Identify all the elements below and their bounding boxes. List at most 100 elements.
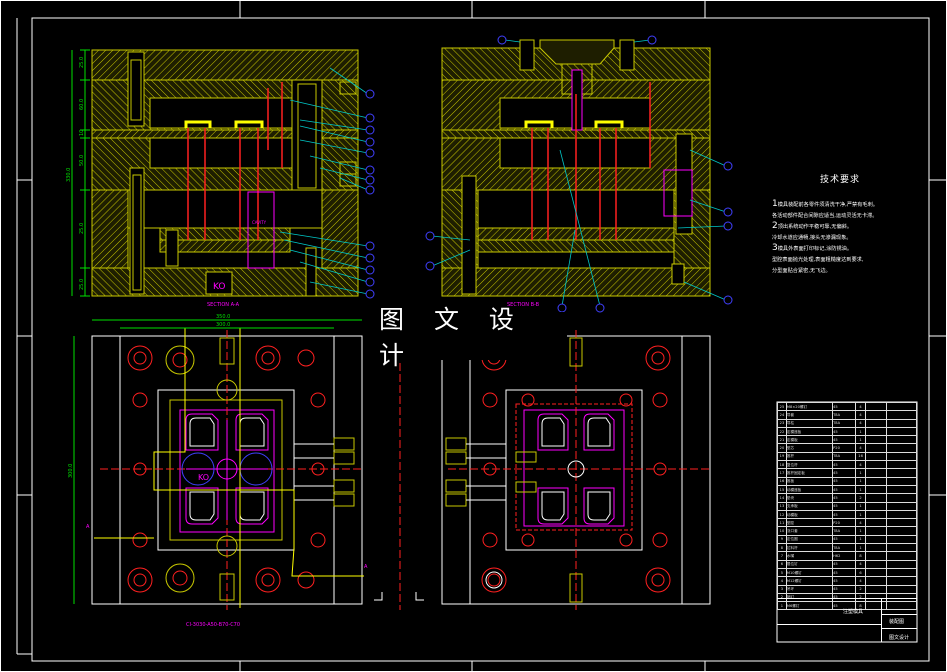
note-line: 1模具装配前各零件须清洗干净,严禁有毛刺。 (772, 199, 878, 209)
bom-cell (865, 526, 887, 536)
bom-cell: 1 (854, 476, 867, 486)
bom-cell: P20 (832, 518, 856, 528)
bom-cell (865, 443, 887, 453)
section-a-view: CAVITY KO 25.0 60.0 10 50.0 25.0 25.0 33… (66, 49, 375, 308)
section-a-label: SECTION A-A (207, 302, 240, 308)
bom-cell: 拉料杆 (785, 543, 834, 553)
bom-row: 19 推杆 T8A 16 (777, 451, 918, 462)
bom-cell (885, 426, 918, 437)
bom-cell: M10螺钉 (785, 567, 834, 578)
bom-cell: 23 (777, 418, 787, 428)
notes-title: 技术要求 (819, 175, 860, 185)
parts-table: 25 M8×20螺钉 45 4 24 导套 T8A 4 23 导柱 T8A 4 22 定模座板 45 1 21 定… (777, 401, 918, 611)
bom-cell (885, 526, 918, 536)
bom-cell: 13 (777, 501, 787, 511)
bom-cell: 45 (832, 584, 856, 594)
dim-plate-4: 50.0 (79, 155, 85, 166)
bom-cell: 18 (777, 460, 787, 470)
bom-cell: 4 (854, 401, 867, 412)
note-line: 型腔表面抛光处理,表面粗糙度达到要求, (772, 257, 864, 263)
bom-row: 10 浇口套 T8A 1 (777, 526, 918, 536)
cavity-marker-plan: KO (198, 473, 209, 482)
bom-cell (865, 543, 887, 553)
bom-row: 23 导柱 T8A 4 (777, 418, 918, 428)
title-drawing-no: 装配图 (889, 619, 905, 625)
dim-plate-3: 10 (79, 130, 85, 136)
bom-cell: 推杆固定板 (785, 468, 834, 478)
bom-row: 22 定模座板 45 1 (777, 426, 918, 437)
bom-row: 8 拉料杆 T8A 1 (777, 543, 918, 553)
note-line: 2顶出系统动作平稳可靠,无偏斜。 (772, 221, 853, 231)
bom-cell: 4 (777, 576, 787, 586)
bom-cell (885, 460, 918, 470)
bom-row: 24 导套 T8A 4 (777, 410, 918, 420)
bom-cell: 10 (777, 526, 787, 536)
bom-cell (885, 551, 918, 561)
bom-cell: 动模板 (785, 509, 834, 520)
bom-cell: 6 (777, 559, 787, 569)
bom-row: 3 吊环 45 2 (777, 584, 918, 594)
bom-cell (885, 493, 918, 503)
bom-cell (865, 401, 887, 412)
bom-row: 5 M10螺钉 45 6 (777, 567, 918, 578)
bom-cell: 24 (777, 410, 787, 420)
bom-cell: 4 (854, 518, 867, 528)
svg-text:CAVITY: CAVITY (252, 220, 267, 225)
bom-cell: 7 (777, 551, 787, 561)
dim-total-height: 330.0 (66, 168, 72, 182)
bom-cell: 45 (832, 493, 856, 503)
bom-cell: 6 (854, 567, 867, 578)
bom-cell: 4 (854, 443, 867, 453)
dim-plate-6: 25.0 (79, 279, 85, 290)
bom-cell (865, 460, 887, 470)
bom-cell (885, 534, 918, 545)
bom-cell: T8A (832, 451, 856, 462)
bom-cell (865, 484, 887, 495)
bom-cell: 4 (854, 460, 867, 470)
bom-cell: 型腔 (785, 518, 834, 528)
bom-cell: 4 (854, 559, 867, 569)
bom-cell (865, 493, 887, 503)
bom-cell: 1 (854, 468, 867, 478)
bom-cell (865, 567, 887, 578)
bom-row: 12 动模板 45 1 (777, 509, 918, 520)
bom-cell: 限位钉 (785, 559, 834, 569)
bom-cell (865, 584, 887, 594)
watermark: 图 文 设 计 (379, 305, 567, 370)
bom-cell: 1 (854, 543, 867, 553)
bom-cell (865, 476, 887, 486)
bom-cell (885, 476, 918, 486)
bom-cell (865, 534, 887, 545)
note-line: 冷却水道应通畅,接头无渗漏现象。 (772, 235, 852, 241)
bom-cell (865, 501, 887, 511)
bom-cell: 9 (777, 534, 787, 545)
bom-cell: 45 (832, 559, 856, 569)
dim-plate-2: 60.0 (79, 99, 85, 110)
bom-cell: 17 (777, 468, 787, 478)
bom-row: 16 推板 45 1 (777, 476, 918, 486)
bom-cell: 45 (832, 426, 856, 437)
bom-cell: 45 (832, 534, 856, 545)
bom-cell: 45 (832, 435, 856, 445)
bom-cell: 19 (777, 451, 787, 462)
bom-cell (865, 551, 887, 561)
bom-cell: 支承板 (785, 501, 834, 511)
bom-cell: 45 (832, 401, 856, 412)
bom-cell (885, 418, 918, 428)
bom-row: 7 水嘴 H62 8 (777, 551, 918, 561)
bom-cell: 45 (832, 484, 856, 495)
bom-cell (885, 443, 918, 453)
bom-cell: 吊环 (785, 584, 834, 594)
bom-cell: 25 (777, 401, 787, 412)
bom-cell: 动模座板 (785, 484, 834, 495)
bom-cell: 11 (777, 518, 787, 528)
bom-cell: 复位杆 (785, 460, 834, 470)
bom-cell: 导套 (785, 410, 834, 420)
bom-cell: 16 (777, 476, 787, 486)
bom-cell (885, 576, 918, 586)
bom-cell (865, 435, 887, 445)
bom-cell: 45 (832, 576, 856, 586)
bom-cell: T8A (832, 543, 856, 553)
bom-cell (865, 518, 887, 528)
bom-cell: 浇口套 (785, 526, 834, 536)
